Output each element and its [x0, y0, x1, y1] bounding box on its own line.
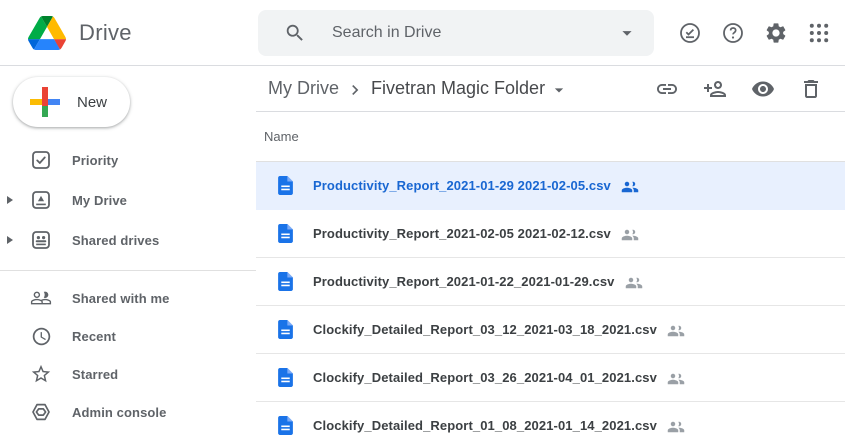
shared-people-icon	[667, 322, 685, 340]
sidebar-item-shared-drives[interactable]: Shared drives	[0, 220, 256, 260]
folder-menu-caret-icon[interactable]	[549, 80, 569, 100]
folder-toolbar	[655, 66, 823, 112]
file-name: Productivity_Report_2021-02-05 2021-02-1…	[313, 226, 611, 241]
file-row[interactable]: Clockify_Detailed_Report_03_12_2021-03_1…	[256, 306, 845, 354]
sidebar-item-my-drive[interactable]: My Drive	[0, 180, 256, 220]
csv-file-icon	[278, 176, 293, 195]
file-list: Productivity_Report_2021-01-29 2021-02-0…	[256, 162, 845, 439]
csv-file-icon	[278, 320, 293, 339]
shared-drives-icon	[30, 229, 52, 251]
file-row[interactable]: Clockify_Detailed_Report_03_26_2021-04_0…	[256, 354, 845, 402]
expand-arrow-icon[interactable]	[6, 236, 14, 244]
admin-console-icon	[30, 401, 52, 423]
sidebar: New Priority	[0, 66, 256, 439]
shared-people-icon	[621, 226, 639, 244]
file-row[interactable]: Productivity_Report_2021-02-05 2021-02-1…	[256, 210, 845, 258]
sidebar-item-label: Starred	[72, 367, 118, 382]
sidebar-item-priority[interactable]: Priority	[0, 140, 256, 180]
sidebar-item-label: Shared with me	[72, 291, 169, 306]
topbar-action-icons	[678, 0, 831, 65]
settings-icon[interactable]	[764, 21, 788, 45]
help-icon[interactable]	[721, 21, 745, 45]
starred-icon	[30, 363, 52, 385]
sidebar-item-label: Shared drives	[72, 233, 159, 248]
file-name: Clockify_Detailed_Report_03_26_2021-04_0…	[313, 370, 657, 385]
sidebar-item-admin-console[interactable]: Admin console	[0, 393, 256, 431]
sidebar-item-label: Admin console	[72, 405, 166, 420]
new-button[interactable]: New	[13, 77, 130, 127]
file-row[interactable]: Productivity_Report_2021-01-29 2021-02-0…	[256, 162, 845, 210]
search-options-caret-icon[interactable]	[616, 22, 638, 44]
my-drive-icon	[30, 189, 52, 211]
file-name: Productivity_Report_2021-01-29 2021-02-0…	[313, 178, 611, 193]
column-header-name[interactable]: Name	[264, 129, 299, 144]
drive-logo-icon	[28, 16, 66, 50]
breadcrumb-current-folder[interactable]: Fivetran Magic Folder	[371, 78, 545, 99]
new-plus-icon	[28, 85, 62, 119]
file-list-header[interactable]: Name	[256, 112, 845, 162]
search-icon	[284, 22, 306, 44]
sidebar-nav-secondary: Shared with me Recent Starred	[0, 279, 256, 431]
offline-status-icon[interactable]	[678, 21, 702, 45]
main-content: My Drive Fivetran Magic Folder	[256, 66, 845, 439]
chevron-right-icon	[345, 80, 365, 100]
csv-file-icon	[278, 272, 293, 291]
search-bar[interactable]: Search in Drive	[258, 10, 654, 56]
drive-logo-area[interactable]: Drive	[28, 0, 132, 65]
csv-file-icon	[278, 224, 293, 243]
shared-people-icon	[621, 178, 639, 196]
priority-icon	[30, 149, 52, 171]
app-title: Drive	[79, 20, 132, 46]
google-drive-window: Drive Search in Drive	[0, 0, 845, 439]
new-button-label: New	[77, 94, 107, 111]
file-name: Clockify_Detailed_Report_01_08_2021-01_1…	[313, 418, 657, 433]
shared-people-icon	[667, 370, 685, 388]
sidebar-item-label: Recent	[72, 329, 116, 344]
sidebar-nav-primary: Priority My Drive	[0, 140, 256, 260]
share-add-person-icon[interactable]	[703, 77, 727, 101]
delete-icon[interactable]	[799, 77, 823, 101]
file-name: Productivity_Report_2021-01-22_2021-01-2…	[313, 274, 615, 289]
sidebar-item-label: My Drive	[72, 193, 127, 208]
recent-icon	[30, 325, 52, 347]
expand-arrow-icon[interactable]	[6, 196, 14, 204]
preview-eye-icon[interactable]	[751, 77, 775, 101]
file-row[interactable]: Clockify_Detailed_Report_01_08_2021-01_1…	[256, 402, 845, 439]
get-link-icon[interactable]	[655, 77, 679, 101]
shared-with-me-icon	[30, 287, 52, 309]
csv-file-icon	[278, 368, 293, 387]
file-name: Clockify_Detailed_Report_03_12_2021-03_1…	[313, 322, 657, 337]
shared-people-icon	[625, 274, 643, 292]
file-row[interactable]: Productivity_Report_2021-01-22_2021-01-2…	[256, 258, 845, 306]
sidebar-divider	[0, 270, 256, 271]
breadcrumb-my-drive[interactable]: My Drive	[268, 78, 339, 99]
sidebar-item-shared-with-me[interactable]: Shared with me	[0, 279, 256, 317]
search-input[interactable]: Search in Drive	[332, 24, 616, 42]
shared-people-icon	[667, 418, 685, 436]
sidebar-item-starred[interactable]: Starred	[0, 355, 256, 393]
sidebar-item-recent[interactable]: Recent	[0, 317, 256, 355]
breadcrumb: My Drive Fivetran Magic Folder	[256, 66, 845, 112]
csv-file-icon	[278, 416, 293, 435]
sidebar-item-label: Priority	[72, 153, 118, 168]
google-apps-icon[interactable]	[807, 21, 831, 45]
top-app-bar: Drive Search in Drive	[0, 0, 845, 66]
